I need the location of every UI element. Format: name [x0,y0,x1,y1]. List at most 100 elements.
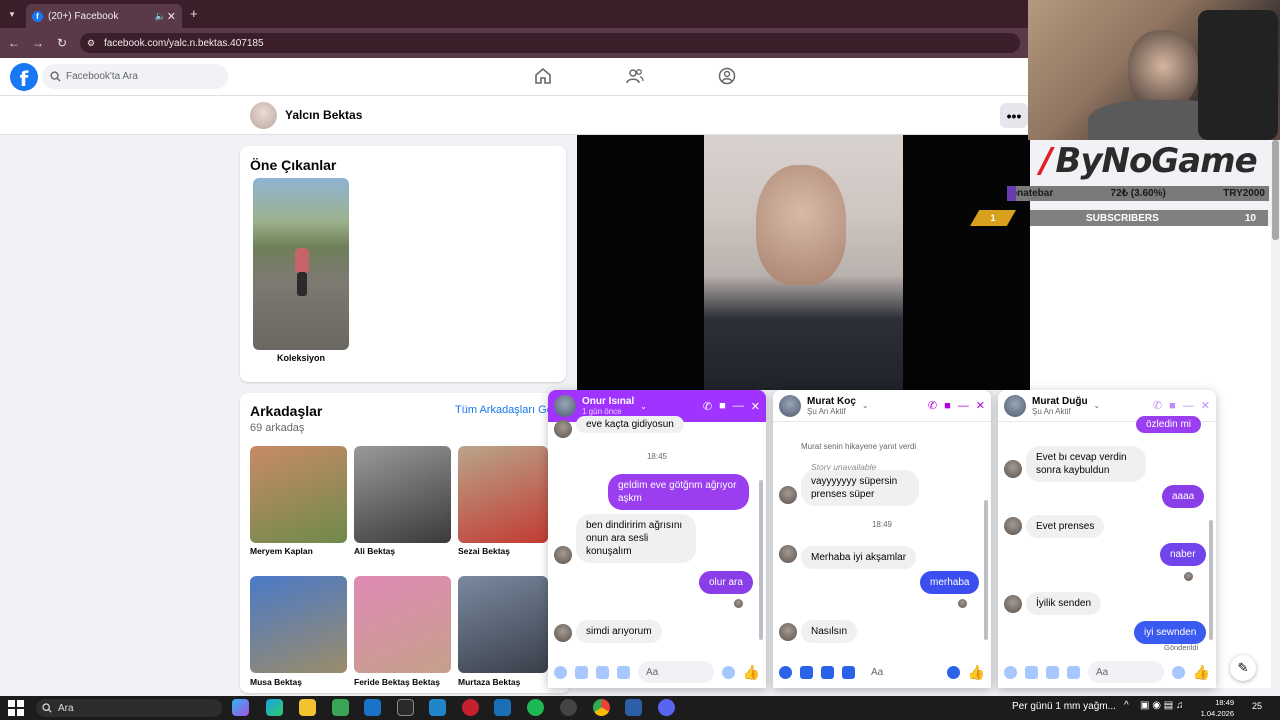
message-input[interactable]: Aa [1088,661,1164,683]
sticker-icon[interactable] [596,665,609,679]
audio-icon[interactable]: 🔈 [155,11,166,22]
chat-avatar[interactable] [1004,394,1026,417]
message-bubble[interactable]: geldim eve götğnm ağrıyor aşkm [608,474,749,510]
search-input[interactable]: Facebook'ta Ara [42,64,228,89]
image-icon[interactable] [1025,665,1038,679]
obs-icon[interactable] [560,699,577,716]
home-icon[interactable] [531,64,555,88]
friend-name[interactable]: Feride Bektaş Bektaş [354,677,454,687]
friend-name[interactable]: Musa Bektaş [250,677,350,687]
message-bubble[interactable]: olur ara [699,571,753,594]
new-message-icon[interactable]: ✎ [1230,655,1256,681]
close-chat-icon[interactable]: ✕ [1201,399,1210,412]
back-icon[interactable]: ← [6,35,22,51]
profile-avatar[interactable] [250,102,277,129]
discord-icon[interactable] [658,699,675,716]
video-call-icon[interactable]: ■ [1169,400,1176,412]
phone-call-icon[interactable]: ✆ [1153,399,1162,412]
spotify-icon[interactable] [527,699,544,716]
chevron-up-icon[interactable]: ^ [1124,700,1129,711]
friend-photo[interactable] [250,446,347,543]
close-chat-icon[interactable]: ✕ [976,399,985,412]
chat-avatar[interactable] [554,395,576,417]
sticker-icon[interactable] [1046,665,1059,679]
friend-photo[interactable] [354,576,451,673]
like-icon[interactable]: 👍 [743,664,760,681]
chevron-down-icon[interactable]: ⌄ [862,401,869,410]
message-input[interactable]: Aa [863,661,939,683]
gif-icon[interactable] [617,665,630,679]
friend-photo[interactable] [458,446,548,543]
new-tab-icon[interactable]: + [190,6,198,21]
chat-avatar[interactable] [779,394,801,417]
tray-icons[interactable]: ▣ ◉ ▤ ♫ [1140,700,1183,711]
app-icon[interactable] [625,699,642,716]
message-bubble[interactable]: eve kaçta gidiyosun [576,416,684,433]
chat-contact-name[interactable]: Onur Isınal [582,396,634,407]
message-bubble[interactable]: Evet prenses [1026,515,1105,538]
chat-scrollbar[interactable] [984,500,988,640]
message-bubble[interactable]: naber [1160,543,1206,566]
friend-name[interactable]: Murtaza Bektaş [458,677,558,687]
message-bubble[interactable]: simdi arıyorum [576,620,662,643]
notification-count[interactable]: 25 [1252,701,1262,711]
chat-header[interactable]: Murat Koç Şu An Aktif ⌄ ✆ ■ — ✕ [773,390,991,422]
message-bubble[interactable]: özledin mi [1136,416,1202,433]
chat-contact-name[interactable]: Murat Duğu [1032,396,1088,407]
copilot-icon[interactable] [232,699,249,716]
microphone-icon[interactable] [1004,665,1017,679]
profile-name[interactable]: Yalcın Bektas [285,108,362,122]
message-bubble[interactable]: Nasılsın [801,620,858,643]
friend-photo[interactable] [354,446,451,543]
emoji-icon[interactable] [946,665,960,679]
like-icon[interactable]: 👍 [968,664,985,681]
gif-icon[interactable] [842,665,855,679]
url-field[interactable]: ⚙ facebook.com/yalc.n.bektas.407185 [80,33,1020,53]
tab-list-icon[interactable]: ▾ [4,6,20,22]
chevron-down-icon[interactable]: ⌄ [640,402,647,411]
facebook-logo-icon[interactable]: f [10,63,38,91]
browser-tab[interactable]: f (20+) Facebook 🔈 ✕ [26,4,182,28]
chat-scrollbar[interactable] [759,480,763,640]
see-all-friends-link[interactable]: Tüm Arkadaşları Gö [455,404,553,416]
message-bubble[interactable]: iyi sewnden [1134,621,1207,644]
sticker-icon[interactable] [821,665,834,679]
message-bubble[interactable]: Merhaba iyi akşamlar [801,546,917,569]
emoji-icon[interactable] [1171,665,1185,679]
minimize-icon[interactable]: — [958,400,969,412]
chevron-down-icon[interactable]: ⌄ [1094,401,1101,410]
message-bubble[interactable]: İyilik senden [1026,592,1102,615]
friend-name[interactable]: Sezai Bektaş [458,546,558,556]
opera-icon[interactable] [462,699,479,716]
phone-call-icon[interactable]: ✆ [703,400,712,413]
chat-contact-name[interactable]: Murat Koç [807,396,856,407]
more-options-button[interactable]: ••• [1000,103,1028,128]
video-call-icon[interactable]: ■ [944,400,951,412]
message-bubble[interactable]: ben dindiririm ağrısını onun ara sesli k… [576,514,696,563]
chrome-icon[interactable] [593,699,610,716]
reload-icon[interactable]: ↻ [54,35,70,51]
phone-call-icon[interactable]: ✆ [928,399,937,412]
microphone-icon[interactable] [779,665,792,679]
microphone-icon[interactable] [554,665,567,679]
windows-start-icon[interactable] [8,700,24,716]
outlook-icon[interactable] [364,699,381,716]
weather-widget[interactable]: Per günü 1 mm yağm... [1012,701,1116,712]
site-info-icon[interactable]: ⚙ [87,38,95,49]
message-bubble[interactable]: aaaa [1162,485,1205,508]
app-icon[interactable] [429,699,446,716]
forward-icon[interactable]: → [30,35,46,51]
groups-icon[interactable] [715,64,739,88]
gif-icon[interactable] [1067,665,1080,679]
image-icon[interactable] [800,665,813,679]
friend-photo[interactable] [458,576,548,673]
image-icon[interactable] [575,665,588,679]
message-bubble[interactable]: vayyyyyyy süpersin prenses süper [801,470,919,506]
highlight-thumbnail[interactable] [253,178,349,350]
store-icon[interactable] [332,699,349,716]
steam-icon[interactable] [494,699,511,716]
minimize-icon[interactable]: — [733,400,744,412]
taskbar-clock[interactable]: 18:49 1.04.2026 [1198,697,1234,719]
message-bubble[interactable]: merhaba [920,571,980,594]
file-explorer-icon[interactable] [299,699,316,716]
